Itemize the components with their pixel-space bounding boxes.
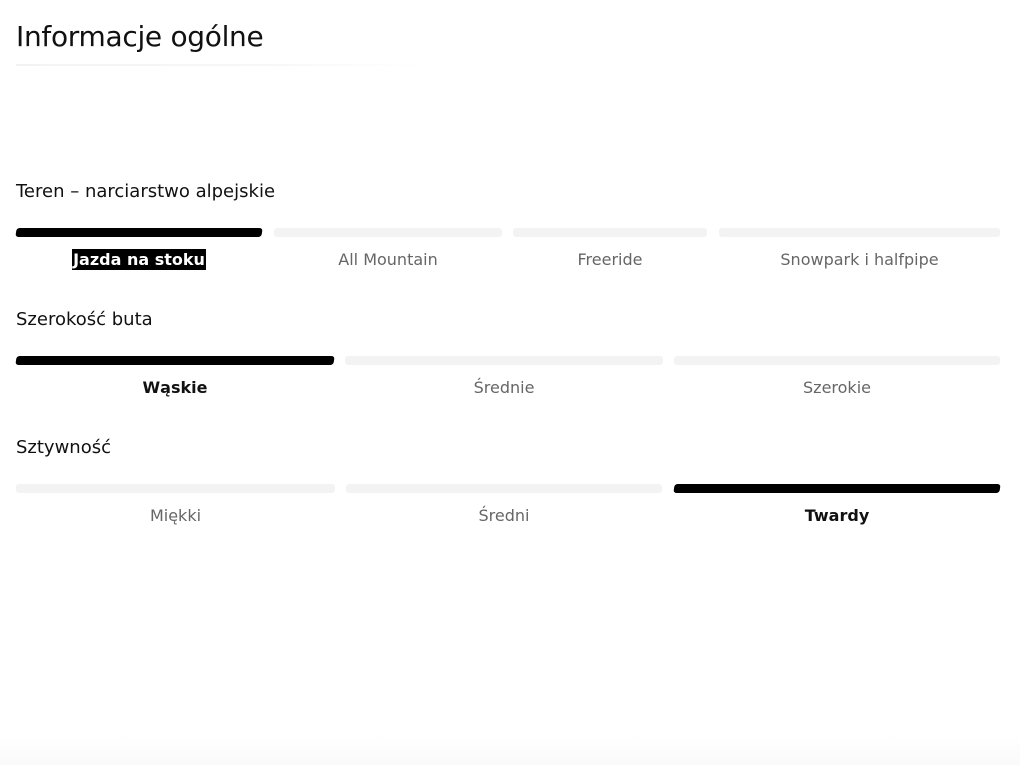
width-bar-narrow: [15, 356, 335, 365]
width-label-narrow: Wąskie: [142, 378, 208, 397]
width-option-wide[interactable]: Szerokie: [674, 356, 1000, 416]
terrain-label-all-mountain: All Mountain: [338, 250, 438, 269]
terrain-label-snowpark: Snowpark i halfpipe: [780, 250, 939, 269]
general-info-panel: Informacje ogólne Teren – narciarstwo al…: [0, 0, 1020, 765]
terrain-bar-freeride: [513, 228, 707, 237]
stiffness-title: Sztywność: [16, 437, 112, 458]
divider: [16, 64, 426, 66]
width-label-medium: Średnie: [473, 378, 535, 397]
width-label-wide: Szerokie: [803, 378, 871, 397]
stiffness-bar-soft: [16, 484, 335, 493]
page-title: Informacje ogólne: [16, 19, 264, 53]
terrain-option-snowpark[interactable]: Snowpark i halfpipe: [719, 228, 1000, 288]
stiffness-label-stiff: Twardy: [804, 506, 870, 525]
width-option-medium[interactable]: Średnie: [345, 356, 663, 416]
width-section: Szerokość buta Wąskie Średnie Szerokie: [15, 308, 1000, 416]
terrain-bar-on-piste: [15, 228, 263, 237]
bottom-fade: [0, 735, 1020, 765]
width-title: Szerokość buta: [16, 309, 153, 330]
width-bar-wide: [674, 356, 1000, 365]
terrain-bar-all-mountain: [274, 228, 502, 237]
stiffness-label-medium: Średni: [478, 506, 530, 525]
stiffness-section: Sztywność Miękki Średni Twardy: [16, 436, 1001, 544]
width-option-narrow[interactable]: Wąskie: [15, 356, 335, 416]
stiffness-option-stiff[interactable]: Twardy: [673, 484, 1001, 544]
terrain-section: Teren – narciarstwo alpejskie Jazda na s…: [15, 180, 1000, 288]
stiffness-bar-stiff: [673, 484, 1001, 493]
terrain-label-freeride: Freeride: [577, 250, 643, 269]
terrain-segments: Jazda na stoku All Mountain Freeride Sno…: [15, 228, 1000, 288]
terrain-label-on-piste: Jazda na stoku: [72, 249, 206, 270]
stiffness-bar-medium: [346, 484, 662, 493]
stiffness-label-soft: Miękki: [149, 506, 202, 525]
terrain-title: Teren – narciarstwo alpejskie: [16, 181, 276, 202]
stiffness-option-soft[interactable]: Miękki: [16, 484, 335, 544]
width-bar-medium: [345, 356, 663, 365]
width-segments: Wąskie Średnie Szerokie: [15, 356, 1000, 416]
stiffness-segments: Miękki Średni Twardy: [16, 484, 1001, 544]
terrain-bar-snowpark: [719, 228, 1000, 237]
terrain-option-freeride[interactable]: Freeride: [513, 228, 707, 288]
terrain-option-all-mountain[interactable]: All Mountain: [274, 228, 502, 288]
terrain-option-on-piste[interactable]: Jazda na stoku: [15, 228, 263, 288]
stiffness-option-medium[interactable]: Średni: [346, 484, 662, 544]
